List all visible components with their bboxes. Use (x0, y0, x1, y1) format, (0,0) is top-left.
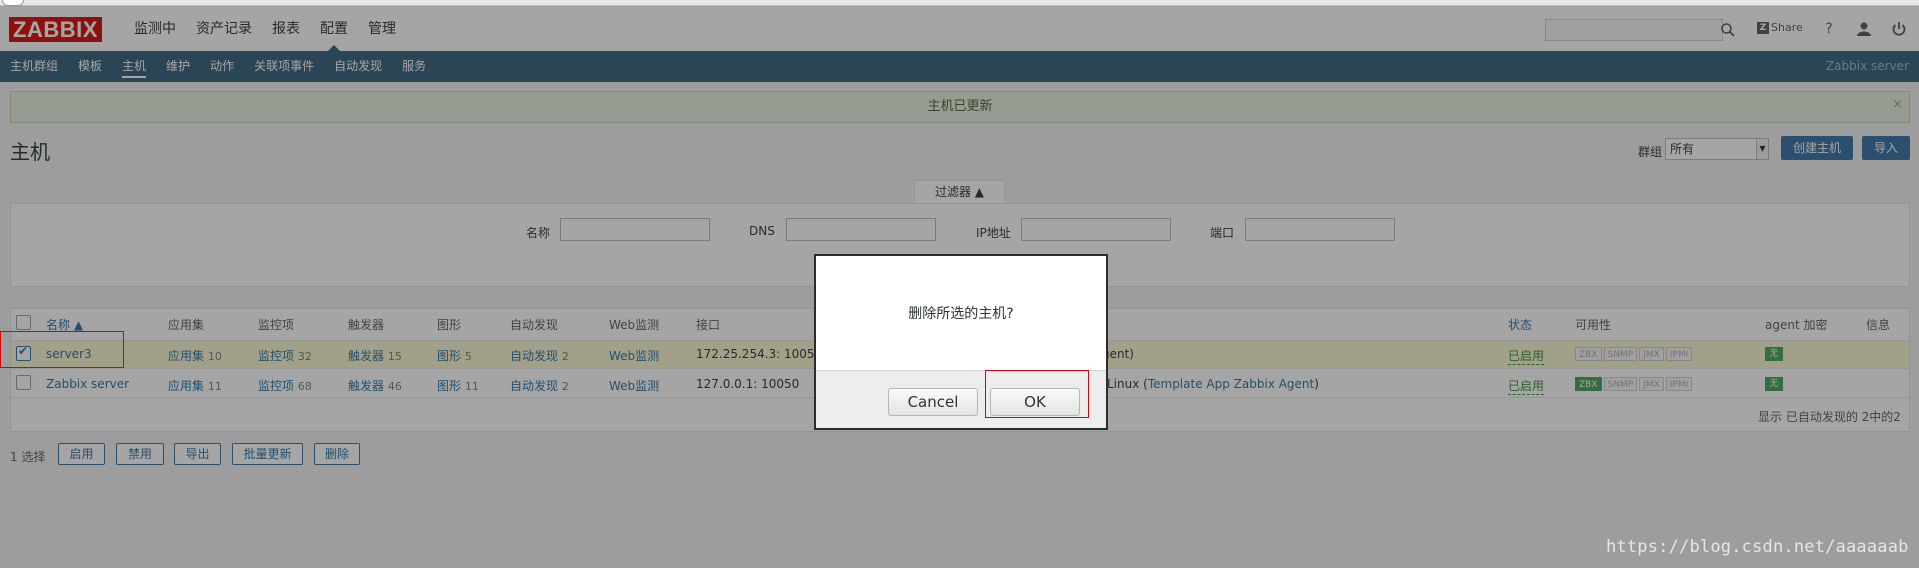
annotation-frame (985, 370, 1089, 418)
dialog-message: 删除所选的主机? (908, 306, 1014, 322)
annotation-frame (0, 331, 124, 368)
watermark: https://blog.csdn.net/aaaaaab (1606, 537, 1909, 557)
cancel-button[interactable]: Cancel (888, 388, 978, 416)
